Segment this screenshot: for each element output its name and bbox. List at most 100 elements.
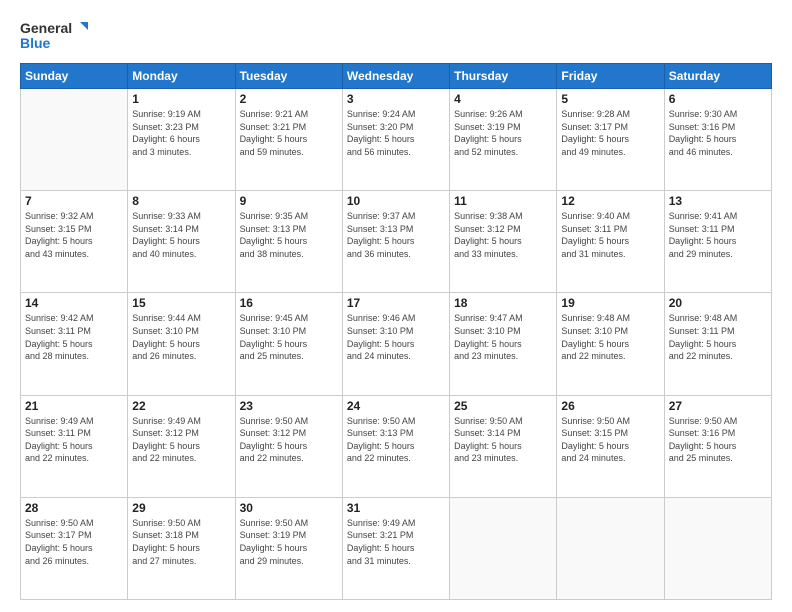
day-number: 10 bbox=[347, 194, 445, 208]
calendar-cell: 9Sunrise: 9:35 AMSunset: 3:13 PMDaylight… bbox=[235, 191, 342, 293]
day-info: Sunrise: 9:49 AMSunset: 3:11 PMDaylight:… bbox=[25, 415, 123, 465]
weekday-monday: Monday bbox=[128, 64, 235, 89]
day-info: Sunrise: 9:21 AMSunset: 3:21 PMDaylight:… bbox=[240, 108, 338, 158]
day-info: Sunrise: 9:28 AMSunset: 3:17 PMDaylight:… bbox=[561, 108, 659, 158]
weekday-wednesday: Wednesday bbox=[342, 64, 449, 89]
day-number: 21 bbox=[25, 399, 123, 413]
day-info: Sunrise: 9:30 AMSunset: 3:16 PMDaylight:… bbox=[669, 108, 767, 158]
calendar-cell bbox=[21, 89, 128, 191]
calendar-cell: 2 Sunrise: 9:21 AMSunset: 3:21 PMDaylight… bbox=[235, 89, 342, 191]
calendar-cell: 3 Sunrise: 9:24 AMSunset: 3:20 PMDaylight… bbox=[342, 89, 449, 191]
day-number: 5 bbox=[561, 92, 659, 106]
calendar-cell: 22Sunrise: 9:49 AMSunset: 3:12 PMDayligh… bbox=[128, 395, 235, 497]
calendar-cell: 26 Sunrise: 9:50 AMSunset: 3:15 PMDayligh… bbox=[557, 395, 664, 497]
svg-text:Blue: Blue bbox=[20, 35, 51, 51]
day-number: 6 bbox=[669, 92, 767, 106]
day-number: 31 bbox=[347, 501, 445, 515]
day-info: Sunrise: 9:50 AMSunset: 3:16 PMDaylight:… bbox=[669, 415, 767, 465]
day-number: 3 bbox=[347, 92, 445, 106]
day-number: 11 bbox=[454, 194, 552, 208]
day-number: 23 bbox=[240, 399, 338, 413]
day-number: 14 bbox=[25, 296, 123, 310]
day-number: 29 bbox=[132, 501, 230, 515]
day-number: 4 bbox=[454, 92, 552, 106]
calendar-cell: 20 Sunrise: 9:48 AMSunset: 3:11 PMDayligh… bbox=[664, 293, 771, 395]
day-info: Sunrise: 9:47 AMSunset: 3:10 PMDaylight:… bbox=[454, 312, 552, 362]
calendar-cell: 14Sunrise: 9:42 AMSunset: 3:11 PMDayligh… bbox=[21, 293, 128, 395]
page: General Blue SundayMondayTuesdayWednesda… bbox=[0, 0, 792, 612]
calendar-cell: 19Sunrise: 9:48 AMSunset: 3:10 PMDayligh… bbox=[557, 293, 664, 395]
calendar-cell bbox=[450, 497, 557, 599]
calendar-cell: 13Sunrise: 9:41 AMSunset: 3:11 PMDayligh… bbox=[664, 191, 771, 293]
calendar-cell bbox=[557, 497, 664, 599]
day-number: 18 bbox=[454, 296, 552, 310]
day-info: Sunrise: 9:33 AMSunset: 3:14 PMDaylight:… bbox=[132, 210, 230, 260]
day-number: 2 bbox=[240, 92, 338, 106]
day-number: 15 bbox=[132, 296, 230, 310]
calendar-header: SundayMondayTuesdayWednesdayThursdayFrid… bbox=[21, 64, 772, 89]
day-info: Sunrise: 9:40 AMSunset: 3:11 PMDaylight:… bbox=[561, 210, 659, 260]
day-info: Sunrise: 9:45 AMSunset: 3:10 PMDaylight:… bbox=[240, 312, 338, 362]
day-info: Sunrise: 9:49 AMSunset: 3:12 PMDaylight:… bbox=[132, 415, 230, 465]
logo: General Blue bbox=[20, 18, 90, 53]
calendar-cell bbox=[664, 497, 771, 599]
calendar-cell: 27 Sunrise: 9:50 AMSunset: 3:16 PMDayligh… bbox=[664, 395, 771, 497]
weekday-thursday: Thursday bbox=[450, 64, 557, 89]
day-number: 9 bbox=[240, 194, 338, 208]
day-number: 24 bbox=[347, 399, 445, 413]
calendar-cell: 17 Sunrise: 9:46 AMSunset: 3:10 PMDayligh… bbox=[342, 293, 449, 395]
day-info: Sunrise: 9:44 AMSunset: 3:10 PMDaylight:… bbox=[132, 312, 230, 362]
day-number: 17 bbox=[347, 296, 445, 310]
day-number: 7 bbox=[25, 194, 123, 208]
calendar-cell: 28 Sunrise: 9:50 AMSunset: 3:17 PMDayligh… bbox=[21, 497, 128, 599]
day-info: Sunrise: 9:24 AMSunset: 3:20 PMDaylight:… bbox=[347, 108, 445, 158]
day-number: 16 bbox=[240, 296, 338, 310]
day-info: Sunrise: 9:50 AMSunset: 3:13 PMDaylight:… bbox=[347, 415, 445, 465]
weekday-tuesday: Tuesday bbox=[235, 64, 342, 89]
svg-text:General: General bbox=[20, 20, 72, 36]
day-info: Sunrise: 9:50 AMSunset: 3:12 PMDaylight:… bbox=[240, 415, 338, 465]
weekday-header-row: SundayMondayTuesdayWednesdayThursdayFrid… bbox=[21, 64, 772, 89]
week-row-4: 21 Sunrise: 9:49 AMSunset: 3:11 PMDayligh… bbox=[21, 395, 772, 497]
day-number: 27 bbox=[669, 399, 767, 413]
week-row-5: 28 Sunrise: 9:50 AMSunset: 3:17 PMDayligh… bbox=[21, 497, 772, 599]
day-info: Sunrise: 9:50 AMSunset: 3:18 PMDaylight:… bbox=[132, 517, 230, 567]
day-number: 12 bbox=[561, 194, 659, 208]
calendar-cell: 12 Sunrise: 9:40 AMSunset: 3:11 PMDayligh… bbox=[557, 191, 664, 293]
weekday-friday: Friday bbox=[557, 64, 664, 89]
weekday-saturday: Saturday bbox=[664, 64, 771, 89]
day-info: Sunrise: 9:50 AMSunset: 3:15 PMDaylight:… bbox=[561, 415, 659, 465]
day-number: 28 bbox=[25, 501, 123, 515]
day-number: 13 bbox=[669, 194, 767, 208]
week-row-1: 1Sunrise: 9:19 AMSunset: 3:23 PMDaylight… bbox=[21, 89, 772, 191]
calendar-cell: 10 Sunrise: 9:37 AMSunset: 3:13 PMDayligh… bbox=[342, 191, 449, 293]
day-number: 26 bbox=[561, 399, 659, 413]
calendar-cell: 1Sunrise: 9:19 AMSunset: 3:23 PMDaylight… bbox=[128, 89, 235, 191]
calendar-cell: 31 Sunrise: 9:49 AMSunset: 3:21 PMDayligh… bbox=[342, 497, 449, 599]
calendar-cell: 16 Sunrise: 9:45 AMSunset: 3:10 PMDayligh… bbox=[235, 293, 342, 395]
week-row-2: 7 Sunrise: 9:32 AMSunset: 3:15 PMDaylight… bbox=[21, 191, 772, 293]
day-info: Sunrise: 9:50 AMSunset: 3:17 PMDaylight:… bbox=[25, 517, 123, 567]
day-info: Sunrise: 9:38 AMSunset: 3:12 PMDaylight:… bbox=[454, 210, 552, 260]
day-number: 25 bbox=[454, 399, 552, 413]
day-number: 8 bbox=[132, 194, 230, 208]
day-info: Sunrise: 9:32 AMSunset: 3:15 PMDaylight:… bbox=[25, 210, 123, 260]
day-info: Sunrise: 9:50 AMSunset: 3:14 PMDaylight:… bbox=[454, 415, 552, 465]
day-info: Sunrise: 9:37 AMSunset: 3:13 PMDaylight:… bbox=[347, 210, 445, 260]
day-info: Sunrise: 9:49 AMSunset: 3:21 PMDaylight:… bbox=[347, 517, 445, 567]
calendar-cell: 7 Sunrise: 9:32 AMSunset: 3:15 PMDaylight… bbox=[21, 191, 128, 293]
calendar-cell: 5 Sunrise: 9:28 AMSunset: 3:17 PMDaylight… bbox=[557, 89, 664, 191]
weekday-sunday: Sunday bbox=[21, 64, 128, 89]
day-info: Sunrise: 9:46 AMSunset: 3:10 PMDaylight:… bbox=[347, 312, 445, 362]
day-info: Sunrise: 9:48 AMSunset: 3:11 PMDaylight:… bbox=[669, 312, 767, 362]
day-info: Sunrise: 9:50 AMSunset: 3:19 PMDaylight:… bbox=[240, 517, 338, 567]
calendar-table: SundayMondayTuesdayWednesdayThursdayFrid… bbox=[20, 63, 772, 600]
calendar-cell: 18 Sunrise: 9:47 AMSunset: 3:10 PMDayligh… bbox=[450, 293, 557, 395]
calendar-cell: 29 Sunrise: 9:50 AMSunset: 3:18 PMDayligh… bbox=[128, 497, 235, 599]
day-number: 30 bbox=[240, 501, 338, 515]
header: General Blue bbox=[20, 18, 772, 53]
day-number: 20 bbox=[669, 296, 767, 310]
day-number: 1 bbox=[132, 92, 230, 106]
week-row-3: 14Sunrise: 9:42 AMSunset: 3:11 PMDayligh… bbox=[21, 293, 772, 395]
calendar-cell: 6 Sunrise: 9:30 AMSunset: 3:16 PMDaylight… bbox=[664, 89, 771, 191]
